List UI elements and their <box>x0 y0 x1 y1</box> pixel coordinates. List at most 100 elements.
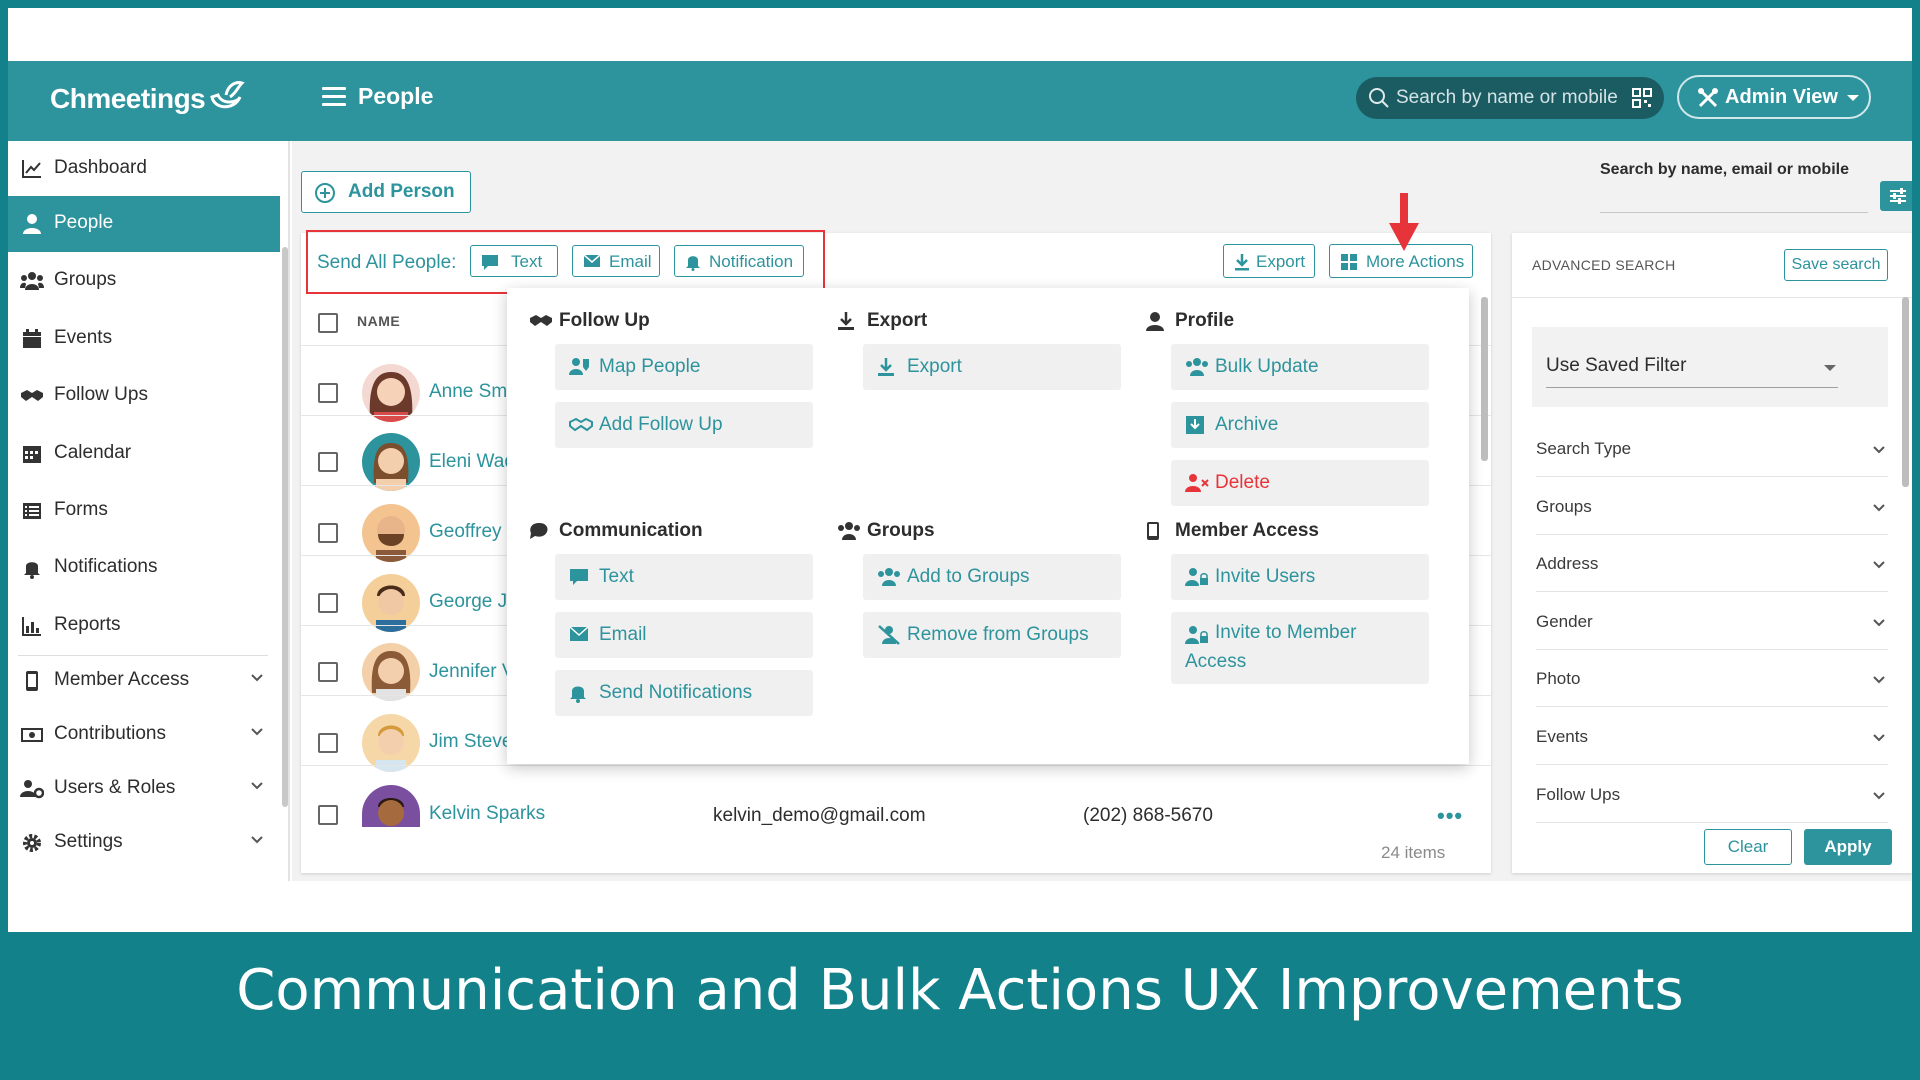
filter-gender[interactable]: Gender <box>1536 594 1888 650</box>
row-checkbox[interactable] <box>318 593 338 613</box>
sidebar-item-people[interactable]: People <box>8 196 280 252</box>
sidebar-item-dashboard[interactable]: Dashboard <box>8 141 280 197</box>
export-button[interactable]: Export <box>1223 244 1315 278</box>
sidebar-scrollbar[interactable] <box>282 247 288 807</box>
row-checkbox[interactable] <box>318 383 338 403</box>
apply-button[interactable]: Apply <box>1804 829 1892 865</box>
filter-photo[interactable]: Photo <box>1536 651 1888 707</box>
map-people-item[interactable]: Map People <box>555 344 813 390</box>
sidebar-item-notifications[interactable]: Notifications <box>8 540 280 596</box>
avatar[interactable] <box>362 574 420 632</box>
sidebar-item-follow-ups[interactable]: Follow Ups <box>8 368 280 424</box>
bar-chart-icon <box>22 617 41 636</box>
avatar[interactable] <box>362 643 420 701</box>
sidebar-item-label: Dashboard <box>54 157 147 178</box>
person-name[interactable]: Jennifer V <box>429 661 515 683</box>
row-checkbox[interactable] <box>318 662 338 682</box>
invite-users-item[interactable]: Invite Users <box>1171 554 1429 600</box>
remove-from-groups-item[interactable]: Remove from Groups <box>863 612 1121 658</box>
user-icon <box>1146 312 1164 331</box>
filter-groups[interactable]: Groups <box>1536 479 1888 535</box>
mobile-icon <box>1147 522 1159 540</box>
search-input[interactable] <box>1396 85 1618 111</box>
filter-toggle-button[interactable] <box>1880 181 1912 211</box>
bulk-update-item[interactable]: Bulk Update <box>1171 344 1429 390</box>
sidebar-item-settings[interactable]: Settings <box>8 815 280 871</box>
archive-icon <box>1186 416 1204 434</box>
sidebar-item-calendar[interactable]: Calendar <box>8 426 280 482</box>
person-name[interactable]: George Ja <box>429 591 518 613</box>
invite-member-access-item[interactable]: Invite to Member Access <box>1171 612 1429 684</box>
comm-send-notifications-item[interactable]: Send Notifications <box>555 670 813 716</box>
save-search-button[interactable]: Save search <box>1784 249 1888 281</box>
list-icon <box>23 503 41 519</box>
filter-follow-ups[interactable]: Follow Ups <box>1536 767 1888 823</box>
user-remove-icon <box>1185 474 1209 492</box>
handshake-icon <box>569 417 593 432</box>
advanced-search-scrollbar[interactable] <box>1902 297 1909 487</box>
table-scrollbar[interactable] <box>1481 297 1488 461</box>
chevron-down-icon <box>1873 792 1885 800</box>
filter-address[interactable]: Address <box>1536 536 1888 592</box>
send-email-button[interactable]: Email <box>572 245 660 277</box>
sidebar-item-reports[interactable]: Reports <box>8 598 280 654</box>
logo-dove-icon <box>210 81 245 109</box>
person-name[interactable]: Anne Smi <box>429 381 511 403</box>
avatar[interactable] <box>362 785 420 827</box>
sidebar-item-contributions[interactable]: Contributions <box>8 707 280 763</box>
delete-item[interactable]: Delete <box>1171 460 1429 506</box>
row-checkbox[interactable] <box>318 523 338 543</box>
users-cog-icon <box>20 780 44 799</box>
avatar[interactable] <box>362 714 420 772</box>
qr-code-icon[interactable] <box>1632 88 1652 108</box>
advanced-search-title: ADVANCED SEARCH <box>1532 257 1676 273</box>
sidebar-item-label: People <box>54 212 114 233</box>
person-name[interactable]: Eleni Wad <box>429 451 515 473</box>
menu-toggle-icon[interactable] <box>322 87 346 107</box>
chart-line-icon <box>22 160 41 178</box>
sidebar-item-events[interactable]: Events <box>8 311 280 367</box>
chevron-down-icon <box>251 782 263 790</box>
sidebar-item-member-access[interactable]: Member Access <box>8 653 280 709</box>
sidebar-item-label: Member Access <box>54 669 190 690</box>
map-people-icon <box>569 358 589 375</box>
bell-icon <box>686 256 700 271</box>
logo[interactable]: Chmeetings <box>50 81 245 115</box>
archive-item[interactable]: Archive <box>1171 402 1429 448</box>
send-notification-button[interactable]: Notification <box>674 245 804 277</box>
row-more-icon[interactable]: ••• <box>1437 803 1463 829</box>
page-title: People <box>358 83 434 109</box>
admin-view-label: Admin View <box>1725 86 1838 108</box>
saved-filter-select[interactable]: Use Saved Filter <box>1532 327 1888 407</box>
filter-search-type[interactable]: Search Type <box>1536 421 1888 477</box>
advanced-search-panel: ADVANCED SEARCH Save search Use Saved Fi… <box>1512 233 1912 873</box>
filter-events[interactable]: Events <box>1536 709 1888 765</box>
select-all-checkbox[interactable] <box>318 313 338 333</box>
clear-button[interactable]: Clear <box>1704 829 1792 865</box>
row-checkbox[interactable] <box>318 452 338 472</box>
chevron-down-icon <box>251 728 263 736</box>
person-name[interactable]: Jim Steve <box>429 731 512 753</box>
add-follow-up-item[interactable]: Add Follow Up <box>555 402 813 448</box>
comm-text-item[interactable]: Text <box>555 554 813 600</box>
sidebar-item-users-roles[interactable]: Users & Roles <box>8 761 280 817</box>
avatar[interactable] <box>362 504 420 562</box>
add-person-button[interactable]: Add Person <box>301 171 471 213</box>
sidebar-item-forms[interactable]: Forms <box>8 483 280 539</box>
chevron-down-icon <box>1873 446 1885 454</box>
row-checkbox[interactable] <box>318 733 338 753</box>
add-to-groups-item[interactable]: Add to Groups <box>863 554 1121 600</box>
avatar[interactable] <box>362 433 420 491</box>
person-name[interactable]: Geoffrey V <box>429 521 519 543</box>
avatar[interactable] <box>362 364 420 422</box>
row-checkbox[interactable] <box>318 805 338 825</box>
comm-email-item[interactable]: Email <box>555 612 813 658</box>
name-column-header[interactable]: NAME <box>357 313 400 329</box>
export-item[interactable]: Export <box>863 344 1121 390</box>
global-search[interactable] <box>1356 77 1664 119</box>
person-name[interactable]: Kelvin Sparks <box>429 803 545 825</box>
admin-view-button[interactable]: Admin View <box>1677 75 1871 119</box>
sidebar-item-groups[interactable]: Groups <box>8 253 280 309</box>
send-text-button[interactable]: Text <box>470 245 558 277</box>
name-search-input[interactable] <box>1600 187 1868 213</box>
